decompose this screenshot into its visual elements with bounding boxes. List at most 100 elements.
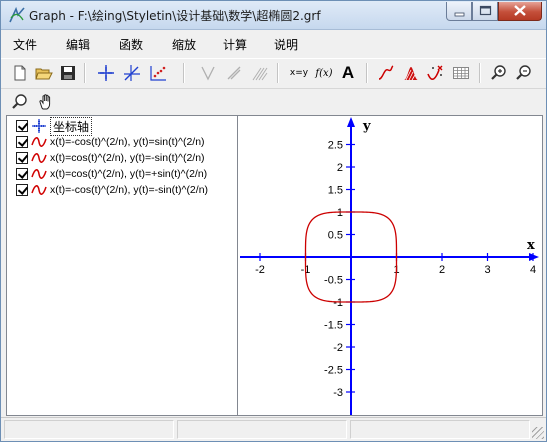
app-window: Graph - F:\绘ing\Styletin\设计基础\数学\超椭圆2.gr… (0, 0, 547, 442)
zoom-window-icon (12, 94, 27, 109)
menu-help[interactable]: 说明 (274, 36, 298, 53)
new-file-icon (14, 65, 26, 81)
menu-function[interactable]: 函数 (119, 36, 143, 53)
curve-icon (31, 153, 47, 163)
graph-app-icon (9, 6, 25, 23)
zoom-window-button[interactable] (9, 91, 31, 113)
table-icon (453, 67, 469, 79)
axes-icon (98, 65, 114, 81)
axes-checkbox[interactable] (16, 120, 28, 132)
status-pane-right (350, 420, 530, 439)
list-item-function-2[interactable]: x(t)=cos(t)^(2/n), y(t)=-sin(t)^(2/n) (16, 150, 205, 166)
y-tick-label-8: 1.5 (328, 185, 343, 197)
text-button[interactable]: A (337, 62, 359, 84)
list-item-function-4[interactable]: x(t)=-cos(t)^(2/n), y(t)=-sin(t)^(2/n) (16, 182, 208, 198)
axes-button[interactable] (95, 62, 117, 84)
curve-icon (31, 137, 47, 147)
zoom-in-icon (491, 65, 506, 80)
insert-function-button[interactable] (121, 62, 143, 84)
title-bar: Graph - F:\绘ing\Styletin\设计基础\数学\超椭圆2.gr… (1, 1, 546, 30)
zoom-out-icon (516, 65, 531, 80)
trendline-button[interactable] (425, 62, 447, 84)
graph-plot[interactable]: xy-2 -1 1 2 3 4-3-2.5-2-1.5-1-0.50.511.522.5 (238, 116, 543, 417)
area-shade-icon (404, 67, 418, 81)
secondary-toolbar (1, 88, 546, 116)
pan-button[interactable] (35, 91, 57, 113)
close-icon (514, 5, 526, 16)
axes-icon (32, 119, 46, 133)
x-tick-label-5: 4 (530, 264, 536, 276)
tangent-icon (201, 66, 215, 81)
function-4-label: x(t)=-cos(t)^(2/n), y(t)=-sin(t)^(2/n) (50, 184, 209, 196)
function-1-label: x(t)=-cos(t)^(2/n), y(t)=sin(t)^(2/n) (50, 136, 205, 148)
trendline-icon (427, 65, 443, 81)
shading-button[interactable] (249, 62, 271, 84)
graph-area[interactable]: x y -2 -1 1 2 3 4 -3 -2.5 -2 -1.5 -1 -0.5 0.5 1 1.5 2 2.5 (238, 115, 543, 416)
new-button[interactable] (9, 62, 31, 84)
status-bar (1, 417, 546, 441)
function-button[interactable]: f(x) (313, 62, 335, 84)
x-tick-label-0: -2 (255, 264, 265, 276)
shading-lines-icon (252, 67, 268, 81)
point-series-button[interactable] (147, 62, 169, 84)
y-axis-label: y (362, 119, 371, 134)
function-1-checkbox[interactable] (16, 136, 28, 148)
menu-file[interactable]: 文件 (13, 36, 37, 53)
y-tick-label-5: -0.5 (324, 275, 343, 287)
y-tick-label-9: 2 (337, 162, 343, 174)
function-3-checkbox[interactable] (16, 168, 28, 180)
status-pane-middle (177, 420, 347, 439)
zoom-in-button[interactable] (488, 62, 510, 84)
text-label: A (341, 63, 355, 82)
fx-label: f(x) (315, 67, 333, 79)
y-tick-label-3: -1.5 (324, 320, 343, 332)
y-axis-arrow (347, 117, 355, 127)
list-item-function-3[interactable]: x(t)=cos(t)^(2/n), y(t)=+sin(t)^(2/n) (16, 166, 207, 182)
y-tick-label-4: -1 (333, 297, 343, 309)
curve-icon (31, 169, 47, 179)
main-toolbar: x=y f(x) A (1, 58, 546, 86)
insert-curve-button[interactable] (375, 62, 397, 84)
open-folder-icon (35, 68, 53, 80)
function-2-label: x(t)=cos(t)^(2/n), y(t)=-sin(t)^(2/n) (50, 152, 205, 164)
tangent-button[interactable] (197, 62, 219, 84)
menu-zoom[interactable]: 缩放 (172, 36, 196, 53)
function-3-label: x(t)=cos(t)^(2/n), y(t)=+sin(t)^(2/n) (50, 168, 208, 180)
function-list-panel: 坐标轴 x(t)=-cos(t)^(2/n), y(t)=sin(t)^(2/n… (6, 115, 238, 416)
open-button[interactable] (33, 62, 55, 84)
menu-edit[interactable]: 编辑 (66, 36, 90, 53)
y-tick-label-1: -2.5 (324, 365, 343, 377)
point-series-icon (150, 66, 166, 81)
list-item-function-1[interactable]: x(t)=-cos(t)^(2/n), y(t)=sin(t)^(2/n) (16, 134, 205, 150)
x-axis-arrow (529, 253, 539, 261)
close-button[interactable] (498, 2, 542, 21)
save-disk-icon (61, 66, 75, 80)
axes-label: 坐标轴 (50, 116, 93, 136)
relation-button[interactable] (223, 62, 245, 84)
xy-label: x=y (289, 68, 309, 78)
inverse-button[interactable]: x=y (288, 62, 310, 84)
maximize-icon (479, 5, 492, 16)
window-title: Graph - F:\绘ing\Styletin\设计基础\数学\超椭圆2.gr… (29, 9, 321, 23)
function-2-checkbox[interactable] (16, 152, 28, 164)
maximize-button[interactable] (472, 2, 498, 21)
zoom-out-button[interactable] (513, 62, 535, 84)
x-tick-label-3: 2 (439, 264, 445, 276)
minimize-button[interactable] (446, 2, 472, 21)
resize-grip[interactable] (532, 427, 544, 439)
status-pane-left (4, 420, 174, 439)
save-button[interactable] (57, 62, 79, 84)
table-button[interactable] (450, 62, 472, 84)
integrate-shade-button[interactable] (400, 62, 422, 84)
function-axes-icon (124, 65, 140, 81)
menu-calc[interactable]: 计算 (223, 36, 247, 53)
list-item-axes[interactable]: 坐标轴 (16, 116, 93, 136)
curve-icon (378, 65, 394, 80)
y-tick-label-7: 1 (337, 207, 343, 219)
relation-icon (227, 66, 241, 80)
menu-bar: 文件 编辑 函数 缩放 计算 说明 (1, 31, 546, 55)
hand-pan-icon (39, 94, 51, 110)
function-4-checkbox[interactable] (16, 184, 28, 196)
y-tick-label-0: -3 (333, 387, 343, 399)
y-tick-label-6: 0.5 (328, 230, 343, 242)
